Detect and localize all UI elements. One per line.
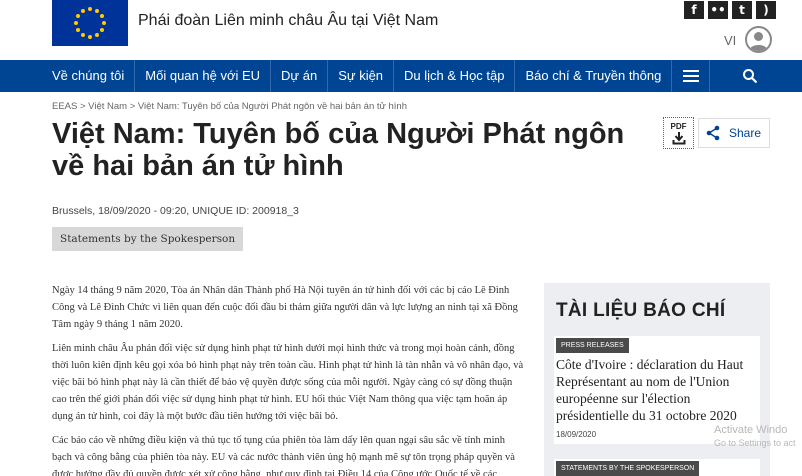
- site-header: Phái đoàn Liên minh châu Âu tại Việt Nam…: [0, 0, 802, 60]
- eu-flag-logo[interactable]: [52, 0, 128, 46]
- nav-item-events[interactable]: Sự kiện: [328, 60, 395, 92]
- nav-item-about[interactable]: Về chúng tôi: [42, 60, 136, 92]
- share-icon: [706, 125, 720, 141]
- article-meta: Brussels, 18/09/2020 - 09:20, UNIQUE ID:…: [52, 205, 299, 217]
- rss-icon[interactable]: ): [756, 1, 776, 19]
- user-account-icon[interactable]: [745, 26, 772, 53]
- watermark-line: Go to Settings to act: [714, 438, 796, 448]
- sidebar-heading: TÀI LIỆU BÁO CHÍ: [556, 300, 726, 321]
- nav-item-press-media[interactable]: Báo chí & Truyền thông: [515, 60, 673, 92]
- article-paragraph: Liên minh châu Âu phản đối việc sử dụng …: [52, 343, 524, 422]
- press-card[interactable]: STATEMENTS BY THE SPOKESPERSON: [554, 459, 760, 476]
- page-title: Việt Nam: Tuyên bố của Người Phát ngôn v…: [52, 118, 625, 182]
- twitter-icon[interactable]: t: [732, 1, 752, 19]
- press-card-tag[interactable]: PRESS RELEASES: [556, 338, 629, 353]
- facebook-icon[interactable]: f: [684, 1, 704, 19]
- language-selector[interactable]: VI: [724, 33, 736, 48]
- windows-activation-watermark: Activate Windo Go to Settings to act: [714, 424, 796, 450]
- social-links: f •• t ): [684, 1, 776, 19]
- main-navigation: Về chúng tôi Mối quan hệ với EU Dự án Sự…: [0, 60, 802, 92]
- site-title[interactable]: Phái đoàn Liên minh châu Âu tại Việt Nam: [138, 12, 438, 30]
- article-body: Ngày 14 tháng 9 năm 2020, Tòa án Nhân dâ…: [52, 282, 526, 476]
- press-card-title[interactable]: Côte d'Ivoire : déclaration du Haut Repr…: [556, 356, 760, 424]
- nav-item-eu-relations[interactable]: Mối quan hệ với EU: [135, 60, 272, 92]
- menu-icon[interactable]: [672, 60, 711, 92]
- press-card-date: 18/09/2020: [556, 430, 597, 439]
- watermark-line: Activate Windo: [714, 424, 788, 436]
- download-icon: [672, 131, 685, 144]
- share-label: Share: [729, 126, 762, 140]
- search-icon[interactable]: [730, 60, 770, 92]
- share-button[interactable]: Share: [698, 118, 770, 148]
- nav-item-travel-study[interactable]: Du lịch & Học tập: [394, 60, 516, 92]
- pdf-label: PDF: [670, 121, 687, 131]
- article-paragraph: Ngày 14 tháng 9 năm 2020, Tòa án Nhân dâ…: [52, 285, 518, 330]
- category-tag[interactable]: Statements by the Spokesperson: [52, 227, 244, 251]
- article-paragraph: Các báo cáo về những điều kiện và thủ tụ…: [52, 435, 515, 476]
- breadcrumb[interactable]: EEAS > Việt Nam > Việt Nam: Tuyên bố của…: [52, 101, 407, 112]
- nav-item-projects[interactable]: Dự án: [271, 60, 329, 92]
- flickr-icon[interactable]: ••: [708, 1, 728, 19]
- pdf-download-button[interactable]: PDF: [663, 117, 694, 149]
- press-card-tag[interactable]: STATEMENTS BY THE SPOKESPERSON: [556, 461, 700, 476]
